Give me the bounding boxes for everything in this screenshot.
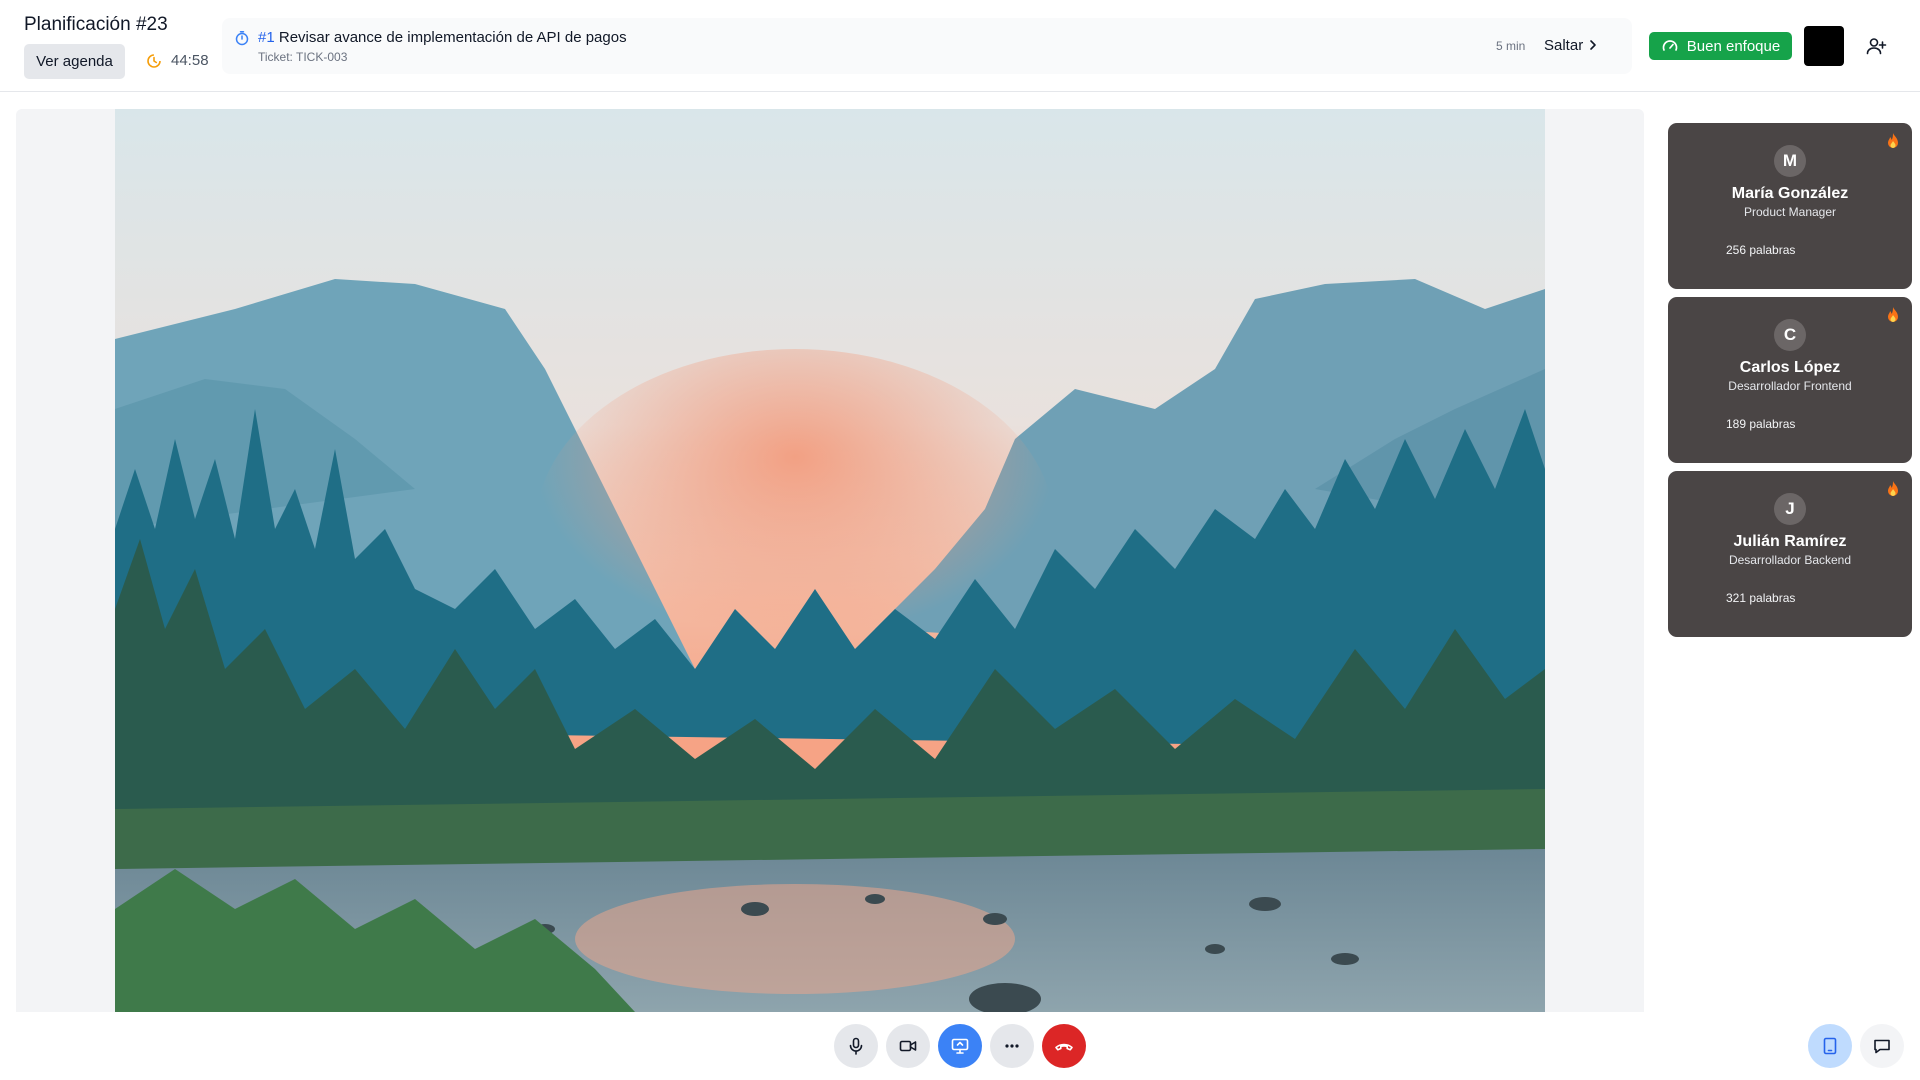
participant-name: María González xyxy=(1731,185,1849,202)
camera-icon xyxy=(899,1040,917,1052)
participant-word-count: 321 palabras xyxy=(1726,591,1796,605)
participant-card[interactable]: M María González Product Manager 256 pal… xyxy=(1668,123,1912,289)
participant-name: Julián Ramírez xyxy=(1733,533,1847,550)
stopwatch-icon xyxy=(235,31,249,46)
participant-name: Carlos López xyxy=(1739,359,1841,376)
shared-screen-stage xyxy=(16,109,1644,1012)
shared-screen-image xyxy=(115,109,1545,1012)
add-user-button[interactable] xyxy=(1862,32,1890,60)
timer-value: 44:58 xyxy=(171,52,209,69)
participant-role: Desarrollador Frontend xyxy=(1728,379,1852,393)
fire-icon xyxy=(1888,307,1898,322)
more-options-button[interactable] xyxy=(990,1024,1034,1068)
agenda-item-ticket: Ticket: TICK-003 xyxy=(258,50,348,64)
focus-label: Buen enfoque xyxy=(1686,37,1781,55)
notes-panel-button[interactable] xyxy=(1808,1024,1852,1068)
screen-share-icon xyxy=(951,1038,969,1054)
agenda-item-number: #1 xyxy=(258,29,275,46)
agenda-item-text: Revisar avance de implementación de API … xyxy=(278,29,627,46)
meeting-title: Planificación #23 xyxy=(24,14,168,35)
participant-avatar: M xyxy=(1774,145,1806,177)
agenda-item-title: #1 Revisar avance de implementación de A… xyxy=(258,29,627,46)
more-icon xyxy=(1005,1044,1019,1048)
skip-label: Saltar xyxy=(1544,36,1584,54)
participant-avatar: C xyxy=(1774,319,1806,351)
gauge-icon xyxy=(1662,40,1678,51)
user-avatar[interactable] xyxy=(1804,26,1844,66)
tablet-icon xyxy=(1823,1037,1837,1055)
hang-up-icon xyxy=(1055,1043,1073,1051)
participant-role: Product Manager xyxy=(1743,205,1837,219)
participant-avatar: J xyxy=(1774,493,1806,525)
microphone-button[interactable] xyxy=(834,1024,878,1068)
participant-word-count: 256 palabras xyxy=(1726,243,1796,257)
view-agenda-button[interactable]: Ver agenda xyxy=(24,44,125,79)
current-agenda-item: #1 Revisar avance de implementación de A… xyxy=(222,18,1632,74)
focus-status-badge: Buen enfoque xyxy=(1649,32,1792,60)
clock-icon xyxy=(147,53,161,68)
meeting-timer: 44:58 xyxy=(146,52,209,69)
call-controls xyxy=(834,1024,1086,1068)
participant-card[interactable]: J Julián Ramírez Desarrollador Backend 3… xyxy=(1668,471,1912,637)
meeting-header: Planificación #23 Ver agenda 44:58 #1 Re… xyxy=(0,0,1920,92)
participant-card[interactable]: C Carlos López Desarrollador Frontend 18… xyxy=(1668,297,1912,463)
agenda-item-duration: 5 min xyxy=(1496,39,1526,53)
fire-icon xyxy=(1888,481,1898,496)
microphone-icon xyxy=(849,1037,863,1055)
fire-icon xyxy=(1888,133,1898,148)
user-plus-icon xyxy=(1866,38,1887,55)
chat-button[interactable] xyxy=(1860,1024,1904,1068)
screen-share-button[interactable] xyxy=(938,1024,982,1068)
chevron-right-icon xyxy=(1590,40,1596,50)
skip-button[interactable]: Saltar xyxy=(1544,33,1599,57)
participants-panel: M María González Product Manager 256 pal… xyxy=(1668,123,1912,645)
chat-icon xyxy=(1874,1039,1890,1054)
participant-role: Desarrollador Backend xyxy=(1728,553,1852,567)
participant-word-count: 189 palabras xyxy=(1726,417,1796,431)
camera-button[interactable] xyxy=(886,1024,930,1068)
end-call-button[interactable] xyxy=(1042,1024,1086,1068)
